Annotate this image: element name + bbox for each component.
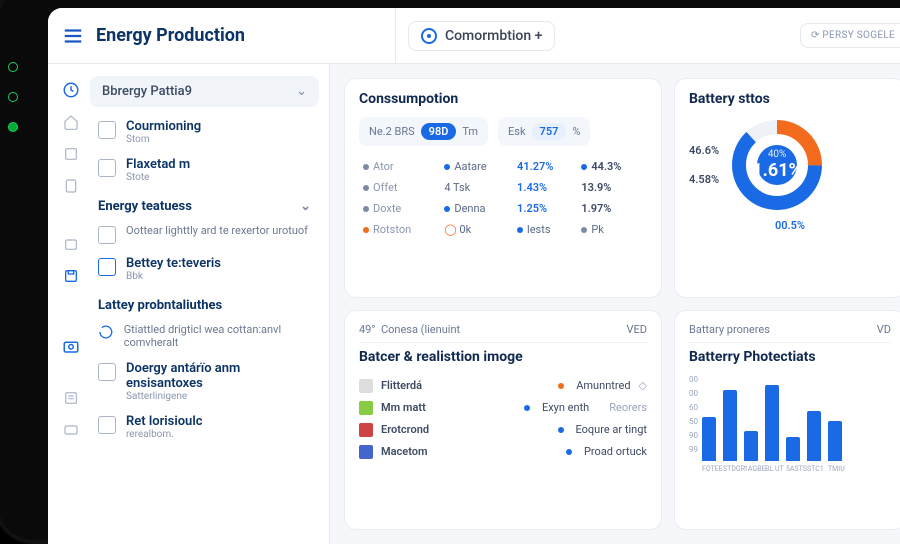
battery-photectiats-card: Battary proneres VD Batterry Photectiats… (674, 310, 900, 531)
panel-icon[interactable] (61, 144, 81, 164)
chevron-down-icon: ⌄ (300, 199, 311, 214)
card-title: Batcer & realisttion imoge (359, 349, 647, 365)
x-tick: 1AGBE (744, 465, 760, 473)
commorbtion-button[interactable]: Comormbtion + (408, 21, 555, 51)
battery-left-val: 46.6% (689, 144, 719, 157)
card-title: Batterry Photectiats (689, 349, 891, 365)
card-icon[interactable] (61, 420, 81, 440)
item-icon (98, 416, 116, 434)
table-row: AtorAatare41.27%44.3% (359, 156, 647, 177)
commorbtion-label: Comormbtion + (445, 28, 542, 44)
bar-chart (702, 381, 844, 461)
sub-right[interactable]: VED (627, 323, 647, 336)
bar (828, 421, 842, 460)
card-title: Conssumpotion (359, 91, 647, 107)
sidebar-group-energy-pattia[interactable]: Bbrergy Pattia9 ⌄ (90, 76, 319, 107)
sub-right[interactable]: VD (877, 323, 891, 336)
sidebar-item[interactable]: Bettey te:teverisBbk (90, 250, 319, 288)
app-header: Energy Production Comormbtion + ⟳ PERSY … (48, 8, 900, 64)
main-content: Conssumpotion Ne.2 BRS 98D Tm Esk 757 % (330, 64, 900, 544)
item-icon (98, 226, 116, 244)
save-icon[interactable] (61, 266, 81, 286)
item-icon (98, 363, 116, 381)
table-row: DoxteDenna1.25%1.97% (359, 198, 647, 219)
battery-status-card: Battery sttos 46.6% 4.58% 40% 1.61% (674, 78, 900, 298)
pill-value: 757 (532, 123, 567, 140)
source-button[interactable]: ⟳ PERSY SOGELE (800, 23, 900, 48)
item-icon (98, 258, 116, 276)
page-title: Energy Production (96, 25, 245, 46)
sidebar-section-lattey: Lattey probntaliuthes (90, 288, 319, 317)
list-row[interactable]: ErotcrondEoqure ar tingt (359, 419, 647, 441)
target-icon (421, 28, 437, 44)
list-row[interactable]: FlitterdáAmunntred◇ (359, 375, 647, 397)
x-tick: BL.UT (765, 465, 781, 473)
sidebar-item[interactable]: Ret lorisioulcrerealbom. (90, 408, 319, 446)
bar (723, 390, 737, 460)
home-icon[interactable] (61, 112, 81, 132)
x-tick: STDGR (723, 465, 739, 473)
table-row: Rotston◯ 0klestsPk (359, 219, 647, 240)
box-icon[interactable] (61, 234, 81, 254)
bar (807, 411, 821, 461)
pill-value: 98D (421, 123, 457, 140)
table-row: Offet4 Tsk1.43%13.9% (359, 177, 647, 198)
flag-icon (359, 379, 373, 393)
bar (702, 417, 716, 460)
battery-below-val: 00.5% (689, 219, 891, 232)
sidebar-group-label: Bbrergy Pattia9 (102, 84, 192, 99)
flag-icon (359, 423, 373, 437)
chevron-down-icon: ⌄ (296, 84, 307, 99)
flag-icon (359, 401, 373, 415)
bar (765, 385, 779, 461)
x-tick: TMIU (828, 465, 844, 473)
item-icon (98, 159, 116, 177)
sidebar-item[interactable]: Flaxetad mStote (90, 151, 319, 189)
batcer-realisation-card: 49° Conesa (lienuint VED Batcer & realis… (344, 310, 662, 531)
list-row[interactable]: MacetomProad ortuck (359, 441, 647, 463)
item-icon (98, 121, 116, 139)
list-icon[interactable] (61, 388, 81, 408)
battery-donut: 40% 1.61% (729, 117, 825, 213)
sidebar-item[interactable]: Oottear lighttly ard te rexertor urotuof (90, 218, 319, 250)
x-tick: 5ASTS (786, 465, 802, 473)
x-tick: STC1 (807, 465, 823, 473)
pill-group-b[interactable]: Esk 757 % (498, 117, 590, 146)
sidebar-item[interactable]: Doergy antárïo anm ensisantoxesSatterlin… (90, 355, 319, 408)
clock-icon[interactable] (61, 80, 81, 100)
card-title: Battery sttos (689, 91, 891, 107)
sidebar: Bbrergy Pattia9 ⌄ CourmioningStom Flaxet… (48, 64, 330, 544)
consumption-card: Conssumpotion Ne.2 BRS 98D Tm Esk 757 % (344, 78, 662, 298)
battery-right-val: 4.58% (689, 173, 719, 186)
sidebar-item[interactable]: CourmioningStom (90, 113, 319, 151)
consumption-table: AtorAatare41.27%44.3% Offet4 Tsk1.43%13.… (359, 156, 647, 240)
list-row[interactable]: Mm mattExyn enthReorers (359, 397, 647, 419)
camera-icon[interactable] (61, 336, 81, 356)
menu-icon[interactable] (62, 25, 84, 47)
flag-icon (359, 445, 373, 459)
sidebar-group-energy-teatuess[interactable]: Energy teatuess ⌄ (90, 189, 319, 218)
doc-icon[interactable] (61, 176, 81, 196)
pill-group-a[interactable]: Ne.2 BRS 98D Tm (359, 117, 488, 146)
bar (744, 431, 758, 461)
bar (786, 437, 800, 461)
sidebar-item[interactable]: Gtiattled drigticl wea cottan:anvl comvh… (90, 317, 319, 355)
x-tick: FOTEE (702, 465, 718, 473)
refresh-icon (98, 323, 114, 341)
